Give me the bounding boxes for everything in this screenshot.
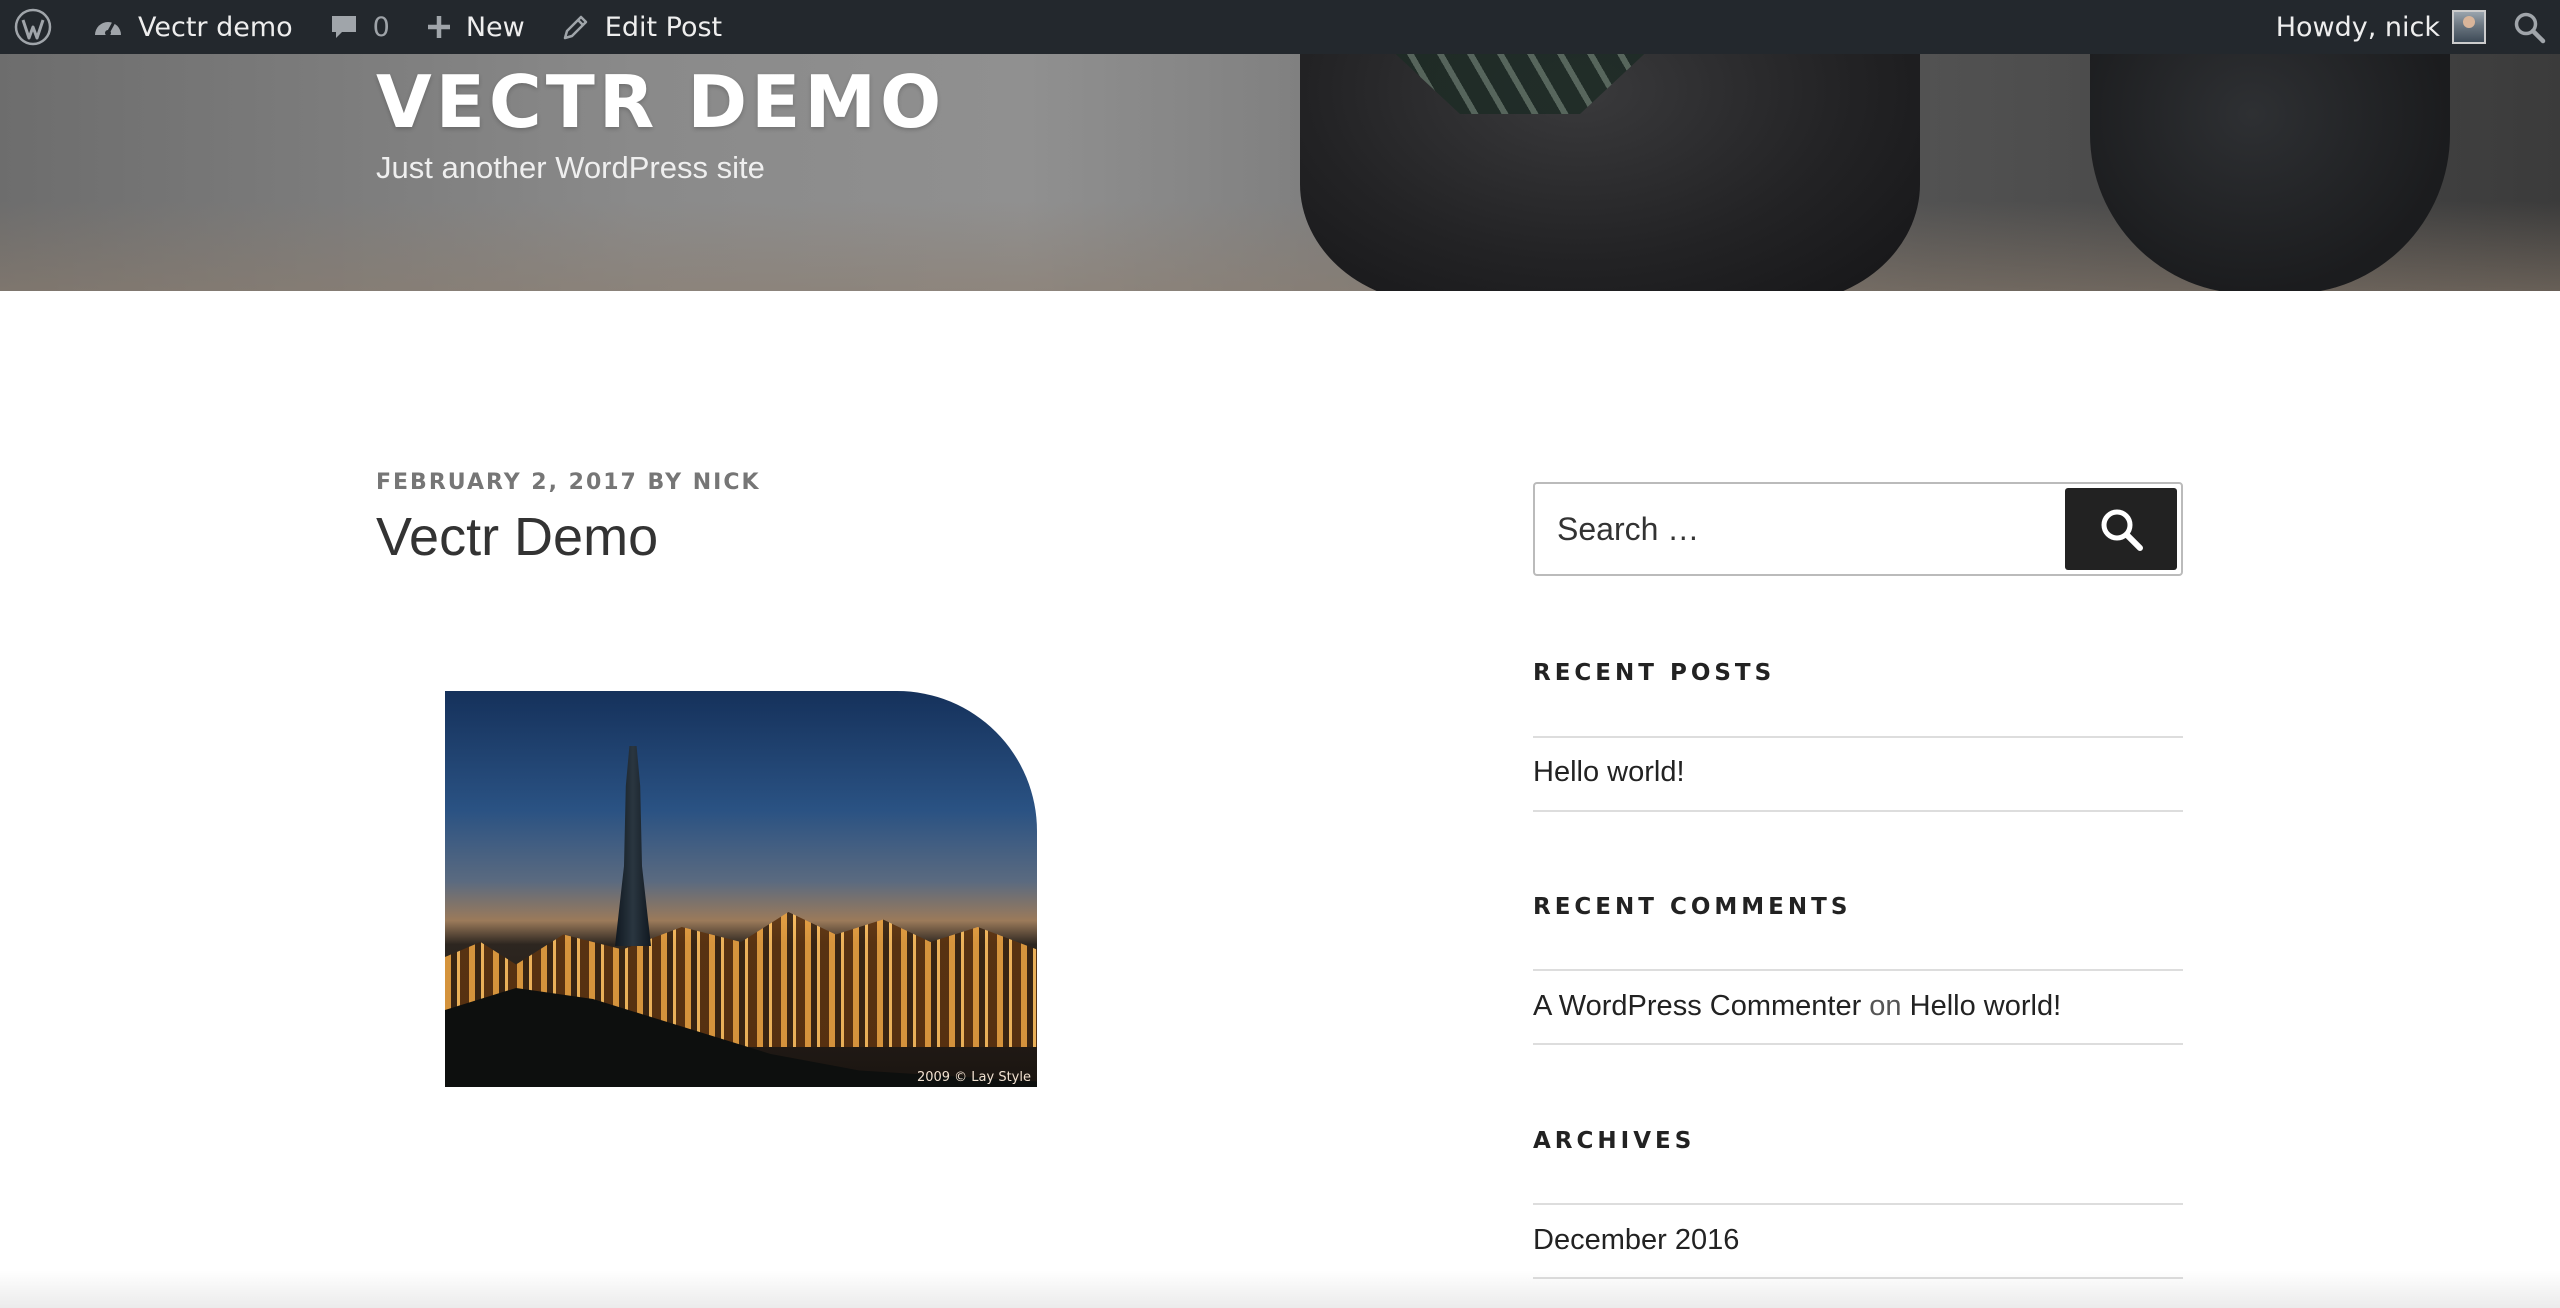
- admin-bar-search[interactable]: [2492, 0, 2560, 54]
- post-meta: FEBRUARY 2, 2017 BY NICK: [376, 470, 761, 495]
- divider: [1533, 969, 2183, 971]
- post-by: BY: [647, 470, 684, 495]
- howdy-greeting: Howdy, nick: [2275, 11, 2440, 43]
- recent-comments-title: RECENT COMMENTS: [1533, 894, 1852, 920]
- site-tagline: Just another WordPress site: [376, 150, 765, 185]
- search-icon: [2514, 12, 2546, 44]
- comments-menu[interactable]: 0: [311, 0, 408, 54]
- header-plant-pot: [1300, 54, 1920, 291]
- archives-title: ARCHIVES: [1533, 1128, 1696, 1154]
- recent-post-link[interactable]: Hello world!: [1533, 756, 1685, 789]
- admin-bar: Vectr demo 0 New Edit Post Howdy, nick: [0, 0, 2560, 54]
- pencil-icon: [563, 15, 588, 40]
- divider: [1533, 736, 2183, 738]
- admin-bar-secondary: Howdy, nick: [2258, 0, 2560, 54]
- recent-comment-item: A WordPress Commenter on Hello world!: [1533, 990, 2061, 1023]
- edit-post-label: Edit Post: [604, 11, 723, 43]
- site-name-menu[interactable]: Vectr demo: [74, 0, 311, 54]
- post-featured-image: 2009 © Lay Style: [445, 691, 1037, 1087]
- image-watermark: 2009 © Lay Style: [916, 1070, 1031, 1085]
- comment-author-link[interactable]: A WordPress Commenter: [1533, 990, 1861, 1022]
- site-title[interactable]: VECTR DEMO: [376, 60, 945, 144]
- new-label: New: [465, 11, 525, 43]
- new-content-menu[interactable]: New: [408, 0, 543, 54]
- divider: [1533, 1203, 2183, 1205]
- wordpress-menu[interactable]: [0, 0, 74, 54]
- search-icon: [2101, 509, 2143, 551]
- site-name-label: Vectr demo: [138, 11, 293, 43]
- edit-post-menu[interactable]: Edit Post: [543, 0, 740, 54]
- site-header: VECTR DEMO Just another WordPress site: [0, 54, 2560, 291]
- image-tower: [615, 746, 651, 946]
- comments-count: 0: [372, 11, 390, 43]
- post-date[interactable]: FEBRUARY 2, 2017: [376, 470, 638, 495]
- my-account-menu[interactable]: Howdy, nick: [2258, 0, 2492, 54]
- divider: [1533, 1043, 2183, 1045]
- recent-posts-title: RECENT POSTS: [1533, 660, 1776, 686]
- divider: [1533, 810, 2183, 812]
- avatar: [2452, 10, 2486, 44]
- plus-icon: [427, 16, 450, 38]
- comment-on-text: on: [1869, 990, 1902, 1022]
- post-title: Vectr Demo: [376, 507, 659, 567]
- search-form: [1533, 482, 2183, 576]
- comment-bubble-icon: [331, 16, 356, 38]
- dashboard-gauge-icon: [95, 20, 121, 36]
- search-input[interactable]: [1535, 484, 2065, 574]
- post-author[interactable]: NICK: [693, 470, 761, 495]
- search-submit-button[interactable]: [2065, 488, 2177, 570]
- wordpress-logo-icon: [14, 8, 52, 46]
- comment-post-link[interactable]: Hello world!: [1910, 990, 2062, 1022]
- window-bottom-shadow: [0, 1270, 2560, 1308]
- archive-link[interactable]: December 2016: [1533, 1224, 1739, 1257]
